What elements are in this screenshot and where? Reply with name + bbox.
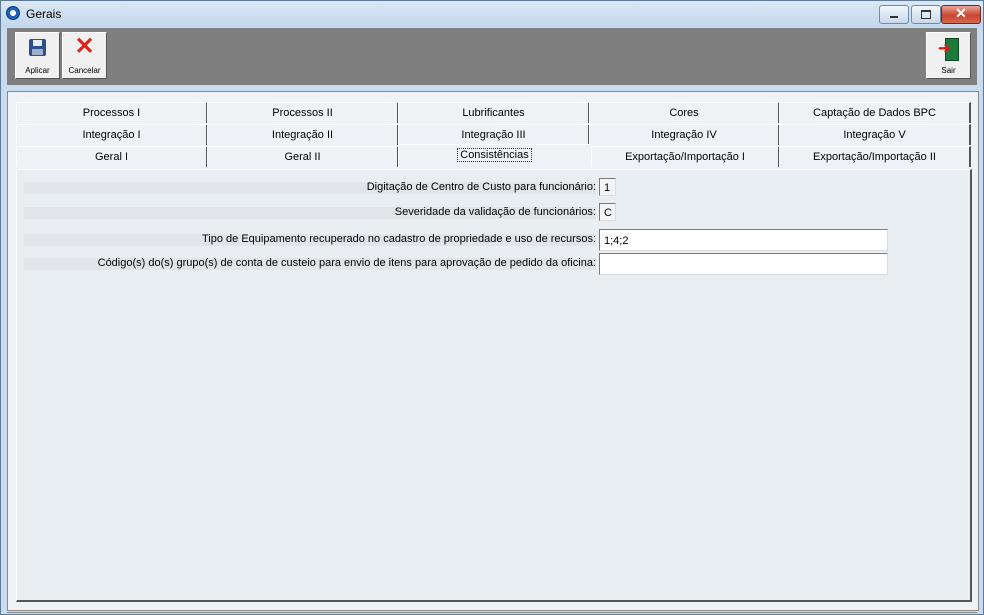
centro-custo-field[interactable]: 1 bbox=[599, 178, 616, 196]
grupo-conta-custeio-label: Código(s) do(s) grupo(s) de conta de cus… bbox=[97, 257, 596, 269]
exit-label: Sair bbox=[941, 66, 956, 75]
title-bar: Gerais ✕ bbox=[1, 1, 983, 27]
tab-lubrificantes[interactable]: Lubrificantes bbox=[398, 102, 590, 123]
tipo-equipamento-field[interactable]: 1;4;2 bbox=[599, 229, 888, 251]
tab-cores[interactable]: Cores bbox=[589, 102, 780, 123]
app-icon bbox=[6, 6, 20, 20]
tab-integracao-iii[interactable]: Integração III bbox=[398, 124, 590, 145]
window-title: Gerais bbox=[26, 7, 62, 21]
tipo-equipamento-label: Tipo de Equipamento recuperado no cadast… bbox=[201, 233, 596, 245]
tab-exportacao-importacao-ii[interactable]: Exportação/Importação II bbox=[779, 146, 971, 167]
tab-processos-ii[interactable]: Processos II bbox=[207, 102, 399, 123]
tab-integracao-iv[interactable]: Integração IV bbox=[589, 124, 780, 145]
close-icon: ✕ bbox=[955, 5, 967, 21]
apply-button[interactable]: Aplicar bbox=[15, 32, 60, 79]
tab-content-consistencias: Digitação de Centro de Custo para funcio… bbox=[16, 169, 972, 602]
field-row-grupo-conta-custeio: Código(s) do(s) grupo(s) de conta de cus… bbox=[24, 253, 964, 275]
field-row-tipo-equipamento: Tipo de Equipamento recuperado no cadast… bbox=[24, 229, 964, 251]
tab-exportacao-importacao-i[interactable]: Exportação/Importação I bbox=[591, 146, 780, 167]
settings-panel: Processos I Processos II Lubrificantes C… bbox=[7, 91, 979, 611]
grupo-conta-custeio-field[interactable] bbox=[599, 253, 888, 275]
tab-geral-ii[interactable]: Geral II bbox=[207, 146, 399, 167]
tab-consistencias-label: Consistências bbox=[457, 148, 532, 162]
main-window: Gerais ✕ Aplicar ✕ Cancelar ➜ Sair Proce… bbox=[0, 0, 984, 615]
cancel-label: Cancelar bbox=[68, 66, 101, 75]
minimize-icon bbox=[890, 16, 898, 18]
centro-custo-label: Digitação de Centro de Custo para funcio… bbox=[366, 181, 596, 193]
exit-button[interactable]: ➜ Sair bbox=[926, 32, 971, 79]
maximize-button[interactable] bbox=[911, 5, 941, 24]
apply-label: Aplicar bbox=[25, 66, 50, 75]
field-row-centro-custo: Digitação de Centro de Custo para funcio… bbox=[24, 178, 964, 198]
tab-geral-i[interactable]: Geral I bbox=[16, 146, 208, 167]
tab-consistencias[interactable]: Consistências bbox=[398, 144, 590, 168]
maximize-icon bbox=[921, 10, 931, 19]
minimize-button[interactable] bbox=[879, 5, 909, 24]
close-button[interactable]: ✕ bbox=[941, 5, 981, 24]
tab-integracao-v[interactable]: Integração V bbox=[779, 124, 971, 145]
field-row-severidade: Severidade da validação de funcionários:… bbox=[24, 203, 964, 223]
tab-processos-i[interactable]: Processos I bbox=[16, 102, 208, 123]
cancel-button[interactable]: ✕ Cancelar bbox=[62, 32, 107, 79]
tab-captacao-bpc[interactable]: Captação de Dados BPC bbox=[779, 102, 971, 123]
tab-integracao-ii[interactable]: Integração II bbox=[207, 124, 399, 145]
exit-door-icon: ➜ bbox=[938, 38, 959, 61]
tab-integracao-i[interactable]: Integração I bbox=[16, 124, 208, 145]
bottom-divider bbox=[7, 612, 977, 613]
severidade-field[interactable]: C bbox=[599, 203, 616, 221]
cancel-x-icon: ✕ bbox=[74, 33, 95, 60]
save-icon bbox=[29, 39, 46, 56]
toolbar: Aplicar ✕ Cancelar ➜ Sair bbox=[7, 28, 977, 85]
severidade-label: Severidade da validação de funcionários: bbox=[394, 206, 596, 218]
